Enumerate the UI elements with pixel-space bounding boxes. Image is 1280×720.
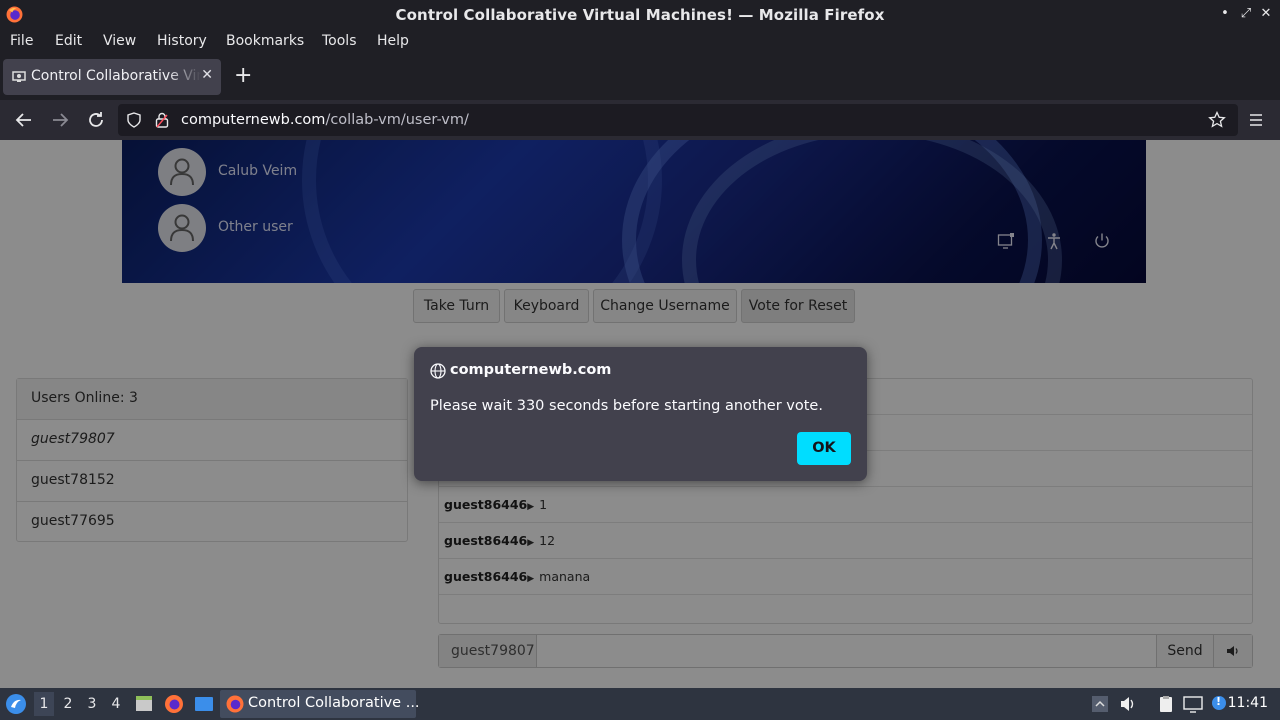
lock-icon[interactable]	[154, 111, 170, 129]
clipboard-icon[interactable]	[1157, 695, 1175, 713]
start-menu-icon[interactable]	[5, 693, 27, 715]
workspace-2[interactable]: 2	[58, 696, 78, 712]
menu-bar: File Edit View History Bookmarks Tools H…	[0, 30, 1280, 54]
shield-icon[interactable]	[126, 112, 142, 128]
minimize-button[interactable]: •	[1218, 6, 1232, 22]
new-tab-button[interactable]: +	[234, 64, 252, 88]
file-manager-icon[interactable]	[134, 694, 154, 714]
tray-arrow-icon[interactable]	[1091, 695, 1109, 713]
dialog-message: Please wait 330 seconds before starting …	[430, 398, 823, 414]
ok-button[interactable]: OK	[797, 432, 851, 465]
address-bar[interactable]: computernewb.com/collab-vm/user-vm/	[118, 104, 1238, 136]
tab-label: Control Collaborative Virtual Machines!	[31, 68, 201, 84]
menu-file[interactable]: File	[10, 33, 33, 49]
bookmark-star-icon[interactable]	[1208, 111, 1226, 129]
menu-edit[interactable]: Edit	[55, 33, 82, 49]
desktop-icon[interactable]	[194, 694, 214, 714]
taskbar: 1 2 3 4 Control Collaborative ... ! 11:4…	[0, 688, 1280, 720]
globe-icon	[430, 363, 446, 379]
alert-dialog: computernewb.com Please wait 330 seconds…	[414, 347, 867, 481]
workspace-4[interactable]: 4	[106, 696, 126, 712]
workspace-1[interactable]: 1	[34, 692, 54, 716]
firefox-launcher-icon[interactable]	[164, 694, 184, 714]
clock: 11:41	[1227, 695, 1268, 711]
menu-tools[interactable]: Tools	[322, 33, 357, 49]
workspace-3[interactable]: 3	[82, 696, 102, 712]
tab-collabvm[interactable]: Control Collaborative Virtual Machines! …	[3, 59, 221, 95]
menu-view[interactable]: View	[103, 33, 136, 49]
forward-arrow-icon[interactable]	[48, 108, 72, 132]
dialog-host: computernewb.com	[450, 362, 612, 378]
window-title: Control Collaborative Virtual Machines! …	[395, 6, 885, 24]
volume-icon[interactable]	[1119, 695, 1137, 713]
url-text: computernewb.com/collab-vm/user-vm/	[181, 112, 469, 128]
notification-badge: !	[1216, 695, 1222, 708]
url-host: computernewb.com	[181, 112, 326, 128]
firefox-icon	[226, 695, 244, 713]
url-path: /collab-vm/user-vm/	[325, 112, 469, 128]
favicon-icon	[12, 71, 26, 82]
back-arrow-icon[interactable]	[12, 108, 36, 132]
tab-close-button[interactable]: ✕	[201, 67, 213, 83]
network-tray-icon[interactable]	[1183, 695, 1203, 713]
menu-history[interactable]: History	[157, 33, 207, 49]
taskbar-task-firefox[interactable]: Control Collaborative ...	[220, 690, 420, 718]
notification-icon[interactable]: !	[1210, 695, 1228, 713]
maximize-button[interactable]: ⤢	[1239, 6, 1253, 22]
hamburger-menu-icon[interactable]	[1244, 108, 1268, 132]
menu-bookmarks[interactable]: Bookmarks	[226, 33, 304, 49]
task-label: Control Collaborative ...	[248, 695, 420, 711]
close-window-button[interactable]: ✕	[1259, 6, 1273, 22]
menu-help[interactable]: Help	[377, 33, 409, 49]
reload-icon[interactable]	[84, 108, 108, 132]
tab-strip: Control Collaborative Virtual Machines! …	[0, 54, 1280, 100]
window-titlebar: Control Collaborative Virtual Machines! …	[0, 0, 1280, 30]
navigation-bar: computernewb.com/collab-vm/user-vm/	[0, 100, 1280, 140]
